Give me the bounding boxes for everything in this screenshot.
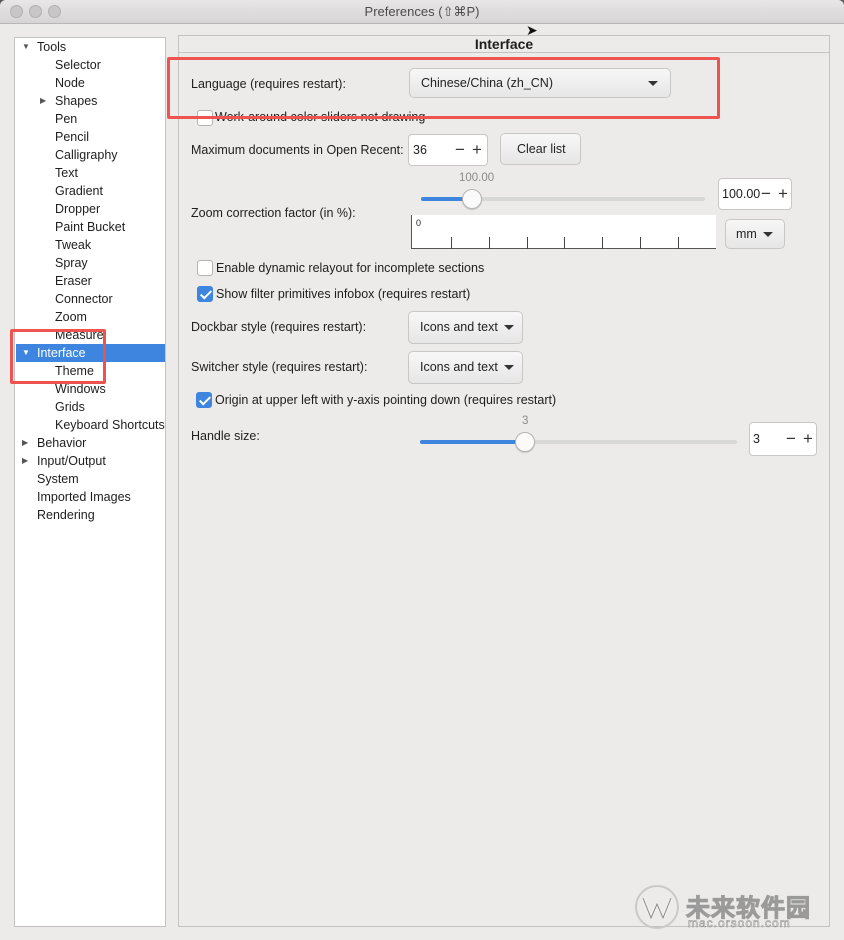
ruler-zero-label: 0 <box>416 218 422 228</box>
ruler-tick <box>451 237 452 249</box>
zoom-correction-label: Zoom correction factor (in %): <box>191 206 356 220</box>
expand-right-icon[interactable]: ▶ <box>22 434 28 452</box>
zoom-factor-spinbox[interactable]: 100.00 − + <box>718 178 792 210</box>
ruler-tick <box>489 237 490 249</box>
dockbar-style-label: Dockbar style (requires restart): <box>191 320 367 334</box>
handle-slider-knob[interactable] <box>515 432 535 452</box>
plus-icon[interactable]: + <box>803 429 813 449</box>
tree-item-selector[interactable]: Selector <box>55 56 101 74</box>
watermark: 未来软件园 mac.orsoon.com <box>634 884 834 934</box>
dockbar-style-dropdown[interactable]: Icons and text <box>408 311 523 344</box>
tree-item-grids[interactable]: Grids <box>55 398 85 416</box>
tree-item-gradient[interactable]: Gradient <box>55 182 103 200</box>
dynamic-relayout-label: Enable dynamic relayout for incomplete s… <box>216 261 485 275</box>
unit-dropdown[interactable]: mm <box>725 219 785 249</box>
switcher-style-label: Switcher style (requires restart): <box>191 360 368 374</box>
preferences-tree[interactable]: ▼ Tools Selector Node ▶ Shapes Pen Penci… <box>14 37 166 927</box>
switcher-style-dropdown[interactable]: Icons and text <box>408 351 523 384</box>
tree-item-spray[interactable]: Spray <box>55 254 88 272</box>
tree-item-pencil[interactable]: Pencil <box>55 128 89 146</box>
dropdown-arrow-icon <box>503 365 514 371</box>
ruler-tick <box>602 237 603 249</box>
tree-item-eraser[interactable]: Eraser <box>55 272 92 290</box>
title-bar: Preferences (⇧⌘P) <box>0 0 844 24</box>
minus-icon[interactable]: − <box>786 429 796 449</box>
interface-highlight-box <box>10 329 106 384</box>
tree-item-connector[interactable]: Connector <box>55 290 113 308</box>
dropdown-arrow-icon <box>503 325 514 331</box>
origin-upper-left-checkbox[interactable] <box>196 392 212 408</box>
ruler-tick <box>678 237 679 249</box>
interface-settings-panel: Interface Language (requires restart): C… <box>178 35 830 927</box>
preferences-window: Preferences (⇧⌘P) ➤ ▼ Tools Selector Nod… <box>0 0 844 940</box>
filter-infobox-label: Show filter primitives infobox (requires… <box>216 287 471 301</box>
watermark-url: mac.orsoon.com <box>688 916 791 931</box>
tree-item-paint-bucket[interactable]: Paint Bucket <box>55 218 125 236</box>
ruler-tick <box>527 237 528 249</box>
zoom-ruler: 0 <box>411 215 716 249</box>
expand-right-icon[interactable]: ▶ <box>40 92 46 110</box>
tree-item-dropper[interactable]: Dropper <box>55 200 100 218</box>
handle-slider-fill <box>420 440 525 444</box>
zoom-slider-knob[interactable] <box>462 189 482 209</box>
handle-size-value[interactable]: 3 <box>753 432 760 446</box>
filter-infobox-checkbox[interactable] <box>197 286 213 302</box>
tree-item-node[interactable]: Node <box>55 74 85 92</box>
minus-icon[interactable]: − <box>455 140 465 160</box>
ruler-tick <box>640 237 641 249</box>
expand-right-icon[interactable]: ▶ <box>22 452 28 470</box>
handle-slider-track[interactable] <box>420 440 737 444</box>
handle-slider-value: 3 <box>522 415 529 427</box>
zoom-factor-value[interactable]: 100.00 <box>722 187 760 201</box>
origin-upper-left-label: Origin at upper left with y-axis pointin… <box>215 393 557 407</box>
tree-item-text[interactable]: Text <box>55 164 78 182</box>
minus-icon[interactable]: − <box>761 184 771 204</box>
tree-item-keyboard-shortcuts[interactable]: Keyboard Shortcuts <box>55 416 165 434</box>
plus-icon[interactable]: + <box>472 140 482 160</box>
handle-size-spinbox[interactable]: 3 − + <box>749 422 817 456</box>
window-title: Preferences (⇧⌘P) <box>364 4 480 19</box>
tree-item-rendering[interactable]: Rendering <box>37 506 95 524</box>
watermark-logo-icon <box>635 885 679 929</box>
language-highlight-box <box>167 57 720 119</box>
tree-item-tweak[interactable]: Tweak <box>55 236 91 254</box>
zoom-slider-value: 100.00 <box>459 172 495 184</box>
dynamic-relayout-checkbox[interactable] <box>197 260 213 276</box>
tree-item-imported-images[interactable]: Imported Images <box>37 488 131 506</box>
clear-list-button[interactable]: Clear list <box>500 133 581 165</box>
expand-down-icon[interactable]: ▼ <box>22 38 30 56</box>
recent-docs-value[interactable]: 36 <box>413 143 427 157</box>
plus-icon[interactable]: + <box>778 184 788 204</box>
recent-docs-label: Maximum documents in Open Recent: <box>191 143 404 157</box>
ruler-tick <box>564 237 565 249</box>
tree-item-zoom[interactable]: Zoom <box>55 308 87 326</box>
tree-item-system[interactable]: System <box>37 470 79 488</box>
recent-docs-spinbox[interactable]: 36 − + <box>408 134 488 166</box>
tree-item-calligraphy[interactable]: Calligraphy <box>55 146 118 164</box>
dropdown-arrow-icon <box>762 232 773 238</box>
handle-size-label: Handle size: <box>191 429 260 443</box>
tree-item-pen[interactable]: Pen <box>55 110 77 128</box>
panel-title: Interface <box>179 36 829 53</box>
